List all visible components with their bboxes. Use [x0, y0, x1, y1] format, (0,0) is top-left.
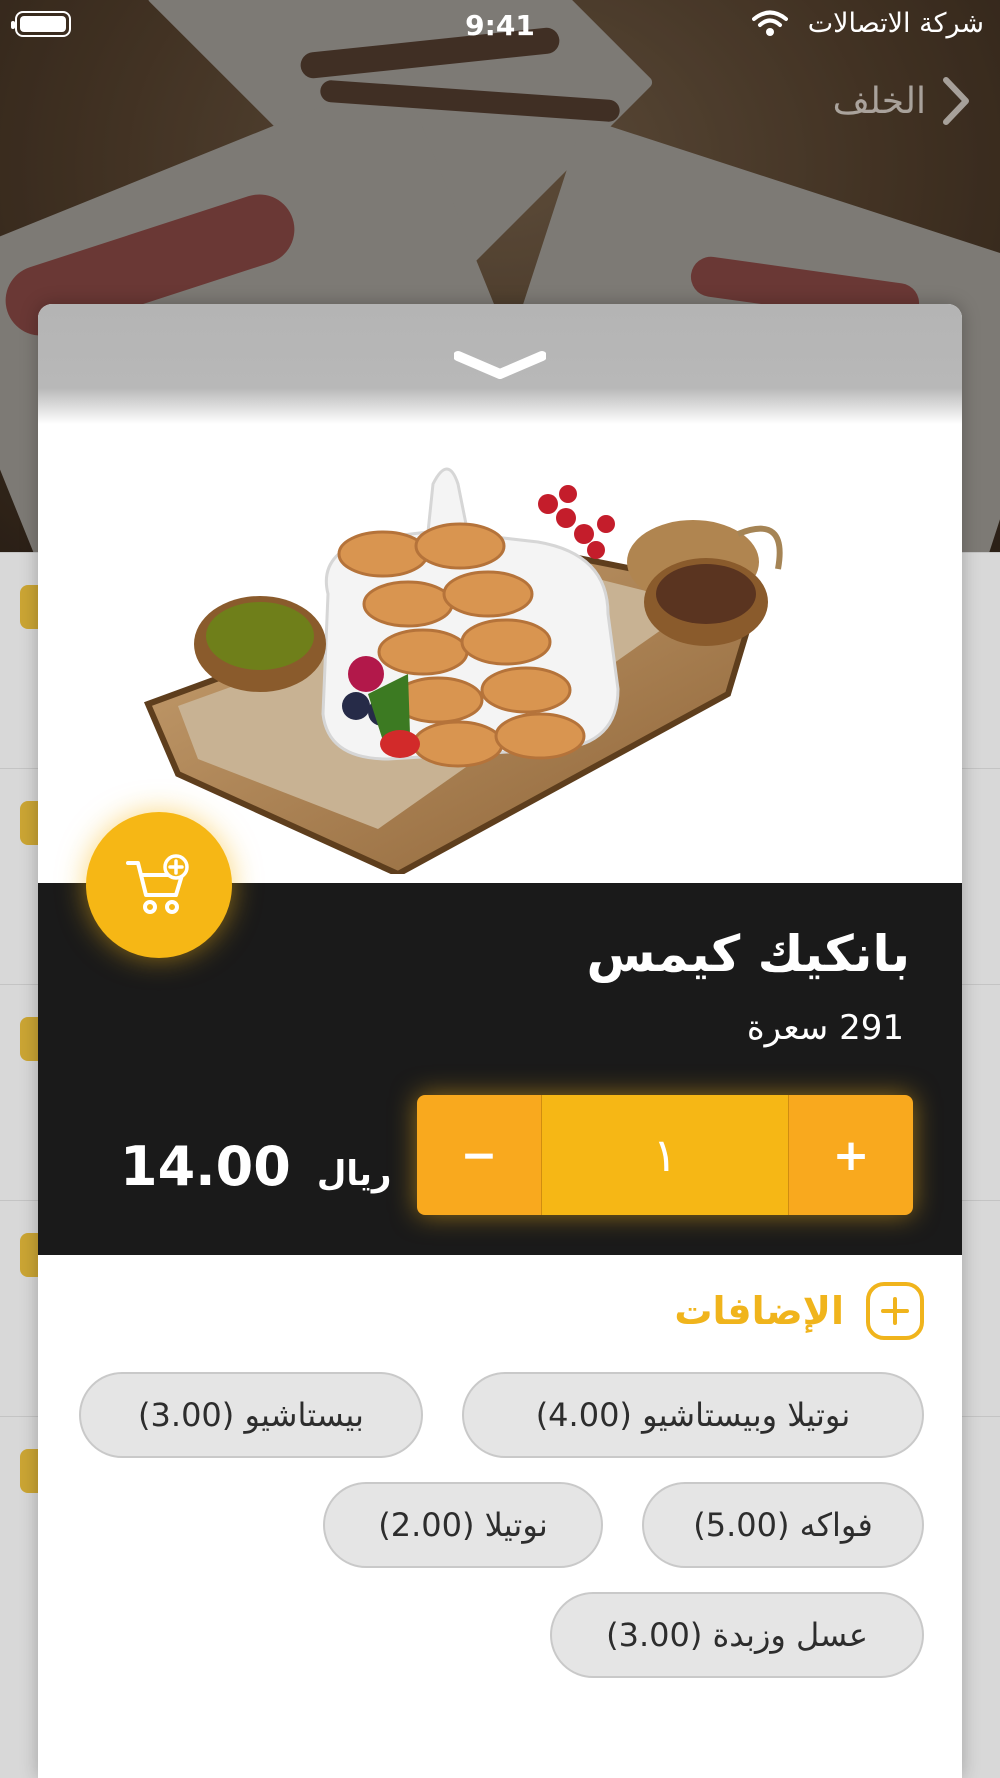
add-to-cart-icon [126, 854, 189, 914]
back-chevron-icon [943, 77, 969, 125]
addon-chip[interactable]: بيستاشيو (3.00) [79, 1372, 423, 1458]
price-currency: ريال [316, 1154, 392, 1194]
product-name: بانكيك كيمس [586, 925, 910, 983]
decrease-quantity-button[interactable]: − [417, 1095, 541, 1215]
product-price: 14.00 ريال [120, 1135, 391, 1198]
add-circle-icon[interactable] [866, 1282, 924, 1340]
carrier-name: شركة الاتصالات [807, 8, 984, 39]
collapse-chevron-icon[interactable] [454, 346, 546, 382]
add-to-cart-button[interactable] [86, 812, 232, 958]
product-calories: 291 سعرة [746, 1008, 904, 1048]
back-label: الخلف [832, 80, 926, 122]
addon-chip[interactable]: عسل وزبدة (3.00) [550, 1592, 924, 1678]
addons-header: الإضافات [674, 1282, 924, 1340]
addon-chip[interactable]: نوتيلا (2.00) [323, 1482, 603, 1568]
wifi-icon [752, 10, 788, 36]
quantity-stepper: − ١ + [417, 1095, 913, 1215]
addons-title: الإضافات [674, 1289, 844, 1333]
increase-quantity-button[interactable]: + [789, 1095, 913, 1215]
sheet-handle [38, 304, 962, 424]
back-button[interactable]: الخلف [833, 76, 970, 126]
quantity-value: ١ [541, 1095, 789, 1215]
product-sheet: بانكيك كيمس 291 سعرة − ١ + 14.00 ريال ال… [38, 304, 962, 1778]
product-image [143, 467, 783, 874]
addon-chip[interactable]: فواكه (5.00) [642, 1482, 924, 1568]
price-amount: 14.00 [120, 1135, 291, 1198]
status-bar: 9:41 شركة الاتصالات [0, 0, 1000, 50]
addon-chip[interactable]: نوتيلا وبيستاشيو (4.00) [462, 1372, 924, 1458]
